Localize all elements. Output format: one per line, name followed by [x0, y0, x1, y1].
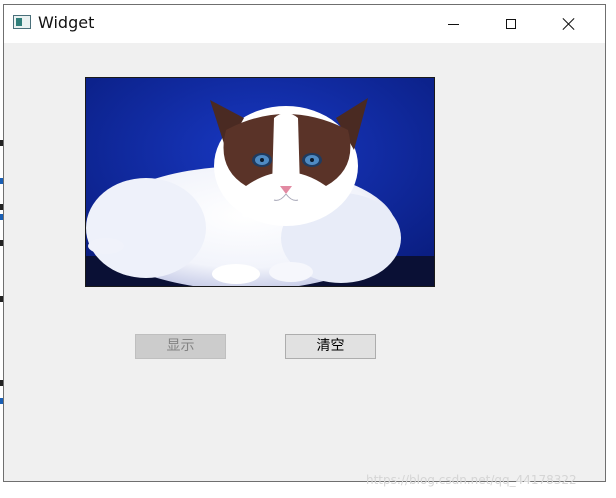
- widget-window: Widget 显示 清空 https://blog.csdn.net/qq_44…: [3, 4, 606, 487]
- clear-button[interactable]: 清空: [285, 334, 376, 359]
- minimize-icon: [447, 23, 459, 25]
- show-button[interactable]: 显示: [135, 334, 226, 359]
- app-icon: [13, 15, 31, 29]
- watermark: https://blog.csdn.net/qq_44178322: [366, 473, 577, 487]
- cat-image: [85, 77, 435, 287]
- minimize-button[interactable]: [430, 5, 476, 43]
- cat-photo: [86, 78, 434, 286]
- close-button[interactable]: [546, 5, 592, 43]
- close-icon: [562, 17, 576, 31]
- maximize-icon: [506, 19, 516, 29]
- maximize-button[interactable]: [488, 5, 534, 43]
- title-bar[interactable]: Widget: [4, 5, 605, 43]
- window-title: Widget: [38, 13, 95, 32]
